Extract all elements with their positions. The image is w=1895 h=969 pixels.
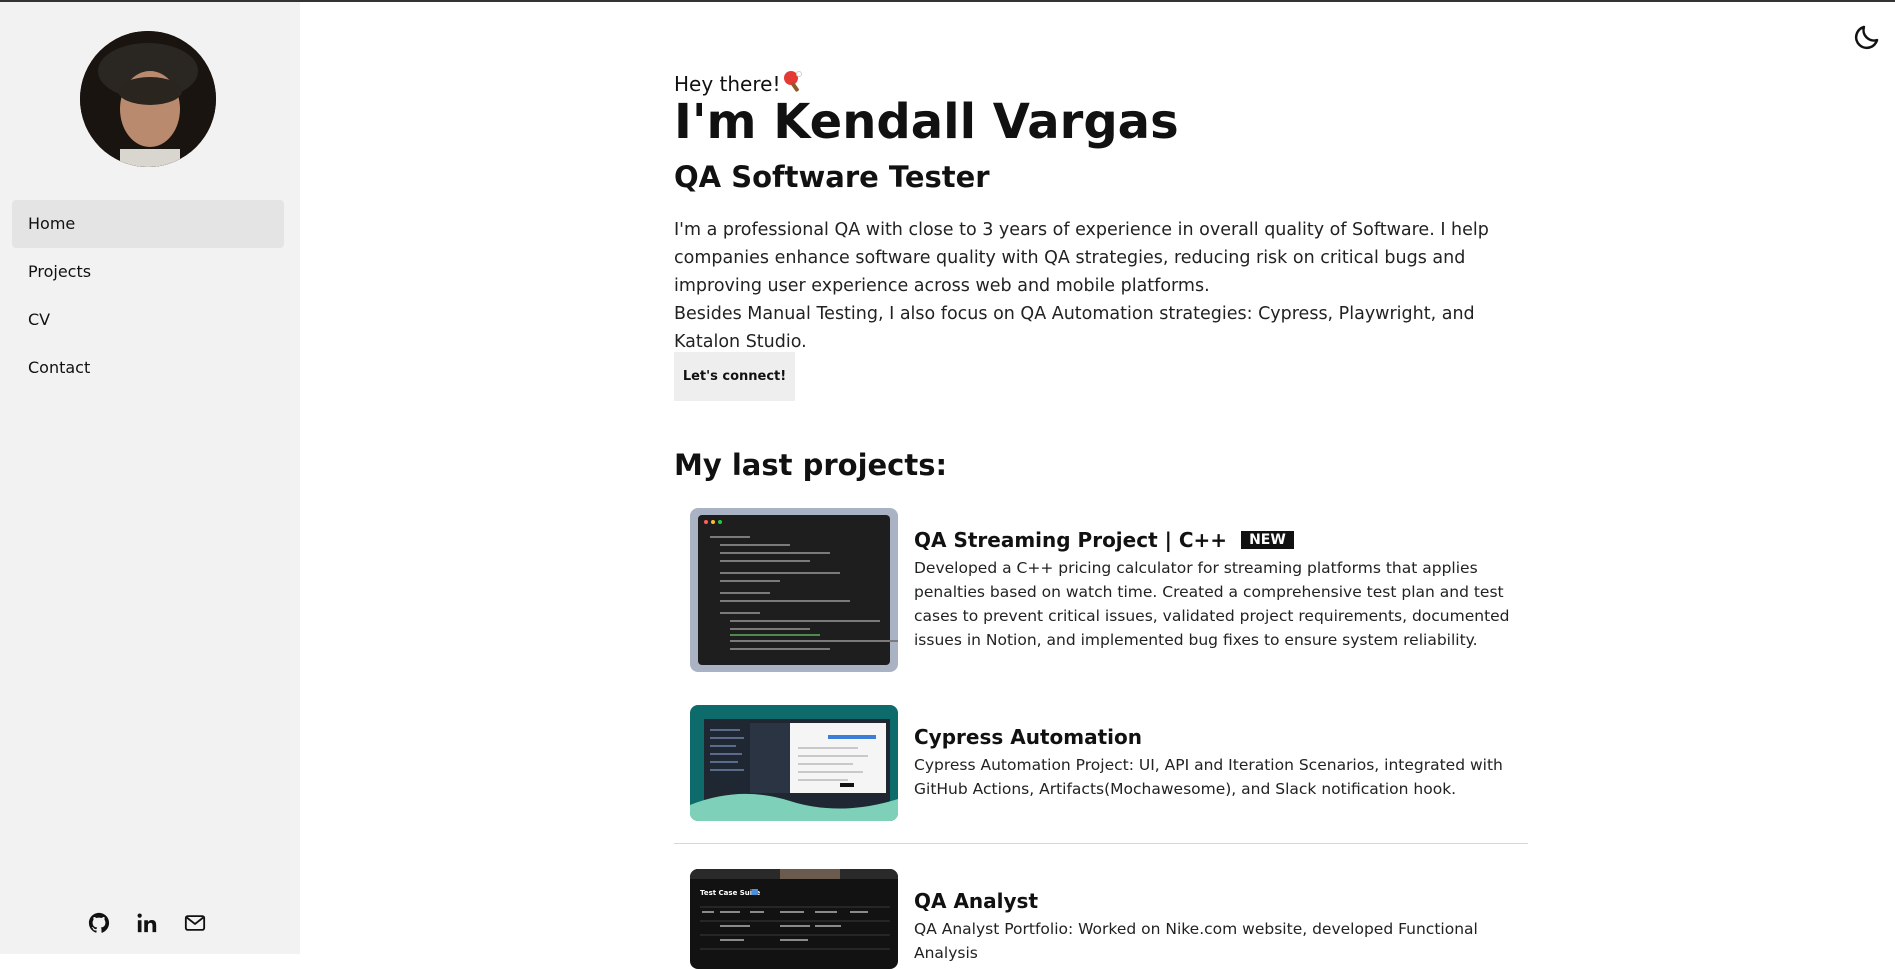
- bio-paragraph: I'm a professional QA with close to 3 ye…: [674, 220, 1489, 296]
- project-title[interactable]: QA Streaming Project | C++ NEW: [914, 528, 1530, 552]
- project-card[interactable]: Test Case Suite QA Analyst QA Analyst Po…: [690, 869, 1530, 969]
- bio-paragraph: Besides Manual Testing, I also focus on …: [674, 304, 1475, 352]
- sidebar-item-label: Projects: [28, 262, 92, 281]
- project-description: QA Analyst Portfolio: Worked on Nike.com…: [914, 920, 1478, 962]
- project-title-text: QA Analyst: [914, 889, 1039, 913]
- page-title: I'm Kendall Vargas: [674, 94, 1179, 150]
- connect-button[interactable]: Let's connect!: [674, 352, 795, 401]
- project-title[interactable]: QA Analyst: [914, 889, 1530, 913]
- social-links: [88, 912, 206, 934]
- project-thumbnail[interactable]: [690, 705, 898, 821]
- sidebar-item-home[interactable]: Home: [12, 200, 284, 248]
- sidebar-item-label: Home: [28, 214, 76, 233]
- new-badge: NEW: [1241, 531, 1294, 549]
- github-icon[interactable]: [88, 912, 110, 934]
- avatar[interactable]: [80, 31, 216, 167]
- sidebar-item-contact[interactable]: Contact: [12, 344, 284, 392]
- project-thumbnail[interactable]: Test Case Suite: [690, 869, 898, 969]
- projects-heading: My last projects:: [674, 448, 948, 482]
- job-title: QA Software Tester: [674, 160, 990, 194]
- project-title-text: QA Streaming Project | C++: [914, 528, 1228, 552]
- divider: [674, 843, 1528, 844]
- sidebar-item-label: Contact: [28, 358, 91, 377]
- bio: I'm a professional QA with close to 3 ye…: [674, 216, 1534, 356]
- sidebar-item-label: CV: [28, 310, 51, 329]
- linkedin-icon[interactable]: [136, 912, 158, 934]
- project-description: Developed a C++ pricing calculator for s…: [914, 559, 1510, 649]
- svg-text:Test Case Suite: Test Case Suite: [700, 889, 761, 897]
- project-thumbnail[interactable]: [690, 508, 898, 672]
- sidebar-nav: Home Projects CV Contact: [12, 200, 284, 392]
- project-info: QA Streaming Project | C++ NEW Developed…: [914, 508, 1530, 672]
- sidebar-item-projects[interactable]: Projects: [12, 248, 284, 296]
- project-info: QA Analyst QA Analyst Portfolio: Worked …: [914, 869, 1530, 969]
- project-card[interactable]: QA Streaming Project | C++ NEW Developed…: [690, 508, 1530, 672]
- project-title-text: Cypress Automation: [914, 725, 1142, 749]
- sidebar-item-cv[interactable]: CV: [12, 296, 284, 344]
- moon-icon[interactable]: [1852, 22, 1882, 52]
- sidebar: Home Projects CV Contact: [0, 2, 300, 954]
- mail-icon[interactable]: [184, 912, 206, 934]
- project-info: Cypress Automation Cypress Automation Pr…: [914, 705, 1530, 821]
- project-description: Cypress Automation Project: UI, API and …: [914, 756, 1503, 798]
- greeting-text: Hey there!: [674, 71, 781, 96]
- project-title[interactable]: Cypress Automation: [914, 725, 1530, 749]
- project-card[interactable]: Cypress Automation Cypress Automation Pr…: [690, 705, 1530, 821]
